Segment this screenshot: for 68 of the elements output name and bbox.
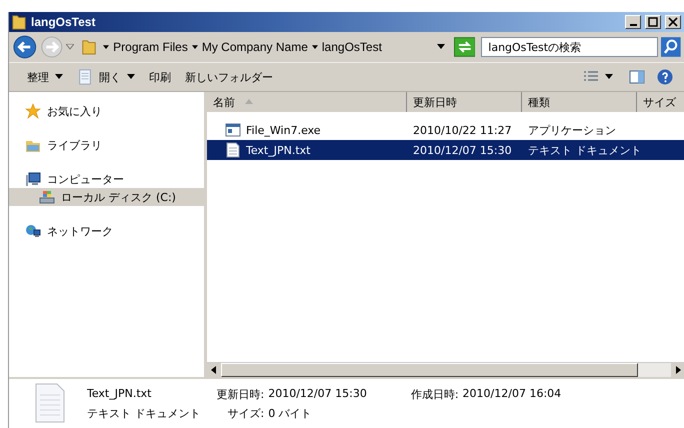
refresh-button[interactable]: [454, 37, 476, 57]
close-icon: [667, 17, 679, 27]
back-button[interactable]: [13, 35, 37, 59]
address-bar[interactable]: Program Files My Company Name langOsTest: [77, 36, 451, 58]
file-name: Text_JPN.txt: [246, 144, 310, 156]
preview-pane-icon[interactable]: [629, 69, 645, 85]
search-field[interactable]: langOsTestの検索: [481, 37, 658, 57]
caret-icon[interactable]: [436, 44, 445, 50]
breadcrumb[interactable]: langOsTest: [322, 40, 382, 54]
help-icon[interactable]: [657, 69, 673, 85]
file-type: テキスト ドキュメント: [528, 142, 642, 158]
detail-label: 作成日時:: [410, 387, 459, 402]
chevron-icon[interactable]: [312, 44, 318, 50]
nav-item[interactable]: ローカル ディスク (C:): [9, 188, 204, 206]
scroll-left-icon[interactable]: [207, 363, 221, 377]
column-header[interactable]: 更新日時: [407, 92, 522, 112]
nav-item[interactable]: ライブラリ: [9, 136, 204, 154]
file-row[interactable]: File_Win7.exe 2010/10/22 11:27 アプリケーション: [207, 120, 684, 140]
text-file-icon: [225, 142, 241, 158]
file-name: Text_JPN.txt: [87, 387, 152, 402]
scroll-thumb[interactable]: [221, 363, 638, 377]
file-type: テキスト ドキュメント: [87, 406, 200, 421]
maximize-icon: [647, 17, 659, 27]
modified-date: 2010/10/22 11:27: [413, 124, 512, 136]
caret-icon: [55, 74, 63, 80]
drive-icon: [39, 189, 55, 205]
computer-icon: [25, 171, 41, 187]
horizontal-scrollbar[interactable]: [207, 362, 684, 377]
notepad-icon: [77, 69, 93, 85]
detail-label: 更新日時:: [216, 387, 264, 402]
minimize-button[interactable]: [625, 15, 641, 29]
toolbar-button[interactable]: 印刷: [145, 68, 175, 86]
toolbar-button[interactable]: 新しいフォルダー: [181, 68, 277, 86]
organize-button[interactable]: 整理: [23, 68, 67, 86]
chevron-icon[interactable]: [103, 44, 110, 50]
file-row[interactable]: Text_JPN.txt 2010/12/07 15:30 テキスト ドキュメント: [207, 140, 684, 160]
column-header[interactable]: 種類: [522, 92, 637, 112]
detail-value: 2010/12/07 15:30: [268, 387, 367, 402]
minimize-icon: [630, 24, 636, 26]
dropdown-icon[interactable]: [66, 44, 74, 50]
open-button[interactable]: 開く: [73, 67, 139, 87]
star-icon: [25, 103, 41, 119]
breadcrumb[interactable]: My Company Name: [202, 40, 308, 54]
close-button[interactable]: [665, 15, 681, 29]
detail-value: 0 バイト: [268, 406, 313, 421]
column-header[interactable]: サイズ: [637, 92, 683, 112]
caret-icon: [127, 74, 135, 80]
file-type: アプリケーション: [528, 122, 616, 138]
detail-value: 2010/12/07 16:04: [462, 387, 562, 402]
chevron-icon[interactable]: [192, 44, 198, 50]
maximize-button[interactable]: [645, 15, 661, 29]
folder-icon: [11, 14, 27, 30]
column-header[interactable]: 名前: [207, 92, 407, 112]
document-icon: [35, 383, 65, 423]
nav-item[interactable]: コンピューター: [9, 170, 204, 188]
scroll-right-icon[interactable]: [671, 363, 684, 377]
application-icon: [225, 122, 241, 138]
search-icon[interactable]: [661, 37, 681, 57]
network-icon: [25, 223, 41, 239]
window-title: langOsTest: [31, 15, 96, 29]
modified-date: 2010/12/07 15:30: [413, 144, 512, 156]
nav-item[interactable]: ネットワーク: [9, 222, 204, 240]
breadcrumb[interactable]: Program Files: [113, 40, 188, 54]
nav-item[interactable]: お気に入り: [9, 102, 204, 120]
file-name: File_Win7.exe: [246, 124, 321, 136]
caret-icon: [605, 74, 613, 80]
detail-label: サイズ:: [228, 406, 264, 421]
folder-icon: [81, 39, 98, 55]
